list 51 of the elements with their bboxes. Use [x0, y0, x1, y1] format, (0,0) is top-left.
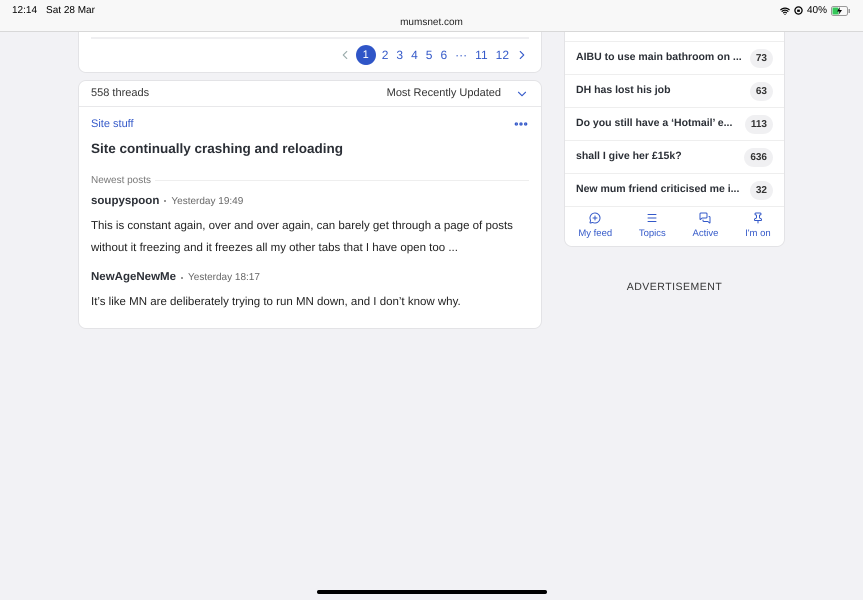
advertisement-label: ADVERTISEMENT: [626, 280, 724, 295]
page-link[interactable]: 4: [409, 45, 420, 65]
sort-dropdown[interactable]: Most Recently Updated: [386, 85, 529, 102]
post-excerpt: It’s like MN are deliberately trying to run MN down, and I don’t know why.: [91, 295, 462, 310]
topic-link[interactable]: Site stuff: [91, 116, 134, 132]
section-label: Newest posts: [91, 174, 152, 188]
reply-count: 113: [744, 114, 773, 134]
topics-icon: [646, 212, 658, 224]
nav-tab[interactable]: I'm on: [745, 212, 771, 242]
lock-rotation-icon: [794, 6, 803, 15]
post-excerpt: This is constant again, over and over again, can barely get through a page of posts without it freezing and it freezes all my other tabs that I have open too ...: [91, 219, 514, 256]
clock-time: 12:14: [12, 4, 38, 18]
trending-thread[interactable]: Do you still have a ‘Hotmail’ e... 113: [565, 108, 784, 141]
nav-tab[interactable]: Active: [692, 212, 718, 242]
battery-charging-icon: [831, 6, 851, 16]
post-time: Yesterday 18:17: [188, 271, 260, 286]
trending-thread[interactable]: shall I give her £15k? 636: [565, 141, 784, 174]
thread-count: 558 threads: [91, 86, 150, 102]
post-time: Yesterday 19:49: [171, 194, 244, 209]
page-link[interactable]: 6: [438, 45, 450, 65]
page-link[interactable]: 1: [356, 45, 376, 65]
thread-title: DH has lost his job: [576, 83, 671, 98]
feed-icon: [589, 212, 602, 224]
thread-title: shall I give her £15k?: [576, 149, 682, 164]
post-author[interactable]: soupyspoon: [91, 192, 160, 210]
thread-title: New mum friend criticised me i...: [576, 182, 740, 198]
page-link[interactable]: 12: [494, 45, 511, 65]
reply-count: 63: [750, 82, 773, 100]
thread-title: Do you still have a ‘Hotmail’ e...: [576, 116, 732, 132]
page-link[interactable]: 2: [380, 45, 390, 65]
trending-thread[interactable]: AIBU to use main bathroom on ... 73: [565, 42, 784, 75]
post-author[interactable]: NewAgeNewMe: [91, 269, 176, 286]
page-link[interactable]: ···: [453, 45, 470, 65]
pin-icon: [752, 212, 764, 224]
page-link[interactable]: 5: [424, 45, 434, 65]
page-link[interactable]: 11: [473, 45, 490, 65]
battery-percent: 40%: [806, 4, 827, 18]
reply-count: 73: [750, 48, 773, 68]
reply-count: 32: [750, 180, 773, 200]
address-text[interactable]: mumsnet.com: [0, 15, 863, 30]
thread-title: AIBU to use main bathroom on ...: [576, 50, 742, 66]
nav-tab[interactable]: My feed: [578, 212, 612, 242]
page-link[interactable]: 3: [394, 45, 406, 65]
nav-tab[interactable]: Topics: [638, 212, 666, 242]
date: Sat 28 Mar: [46, 4, 95, 18]
thread-title[interactable]: Site continually crashing and reloading: [91, 138, 529, 159]
active-icon: [699, 212, 712, 224]
trending-thread[interactable]: DH has lost his job 63: [565, 75, 784, 108]
trending-thread[interactable]: New mum friend criticised me i... 32: [565, 174, 784, 207]
reply-count: 636: [744, 148, 773, 166]
wifi-icon: [780, 6, 790, 16]
